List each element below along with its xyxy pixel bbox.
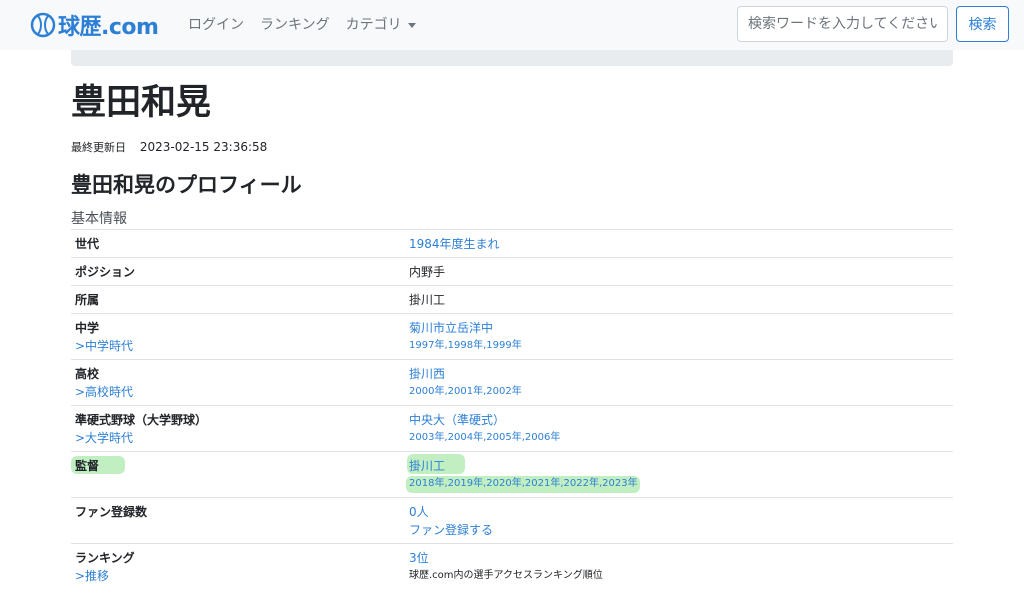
- row-head: 監督: [75, 459, 100, 473]
- ranking-trend-link[interactable]: >推移: [75, 568, 401, 584]
- table-row: ファン登録数 0人 ファン登録する: [71, 497, 953, 544]
- nav-ranking[interactable]: ランキング: [260, 14, 330, 34]
- ranking-value-link[interactable]: 3位: [409, 550, 949, 566]
- brand-logo-link[interactable]: 球歴.com: [30, 10, 159, 40]
- table-row: 準硬式野球（大学野球） >大学時代 中央大（準硬式） 2003年,2004年,2…: [71, 405, 953, 452]
- nav-category-dropdown[interactable]: カテゴリ: [346, 14, 416, 34]
- search-input[interactable]: [737, 6, 948, 42]
- table-row: 高校 >高校時代 掛川西 2000年,2001年,2002年: [71, 359, 953, 406]
- row-head: 所属: [75, 293, 100, 307]
- table-row: 中学 >中学時代 菊川市立岳洋中 1997年,1998年,1999年: [71, 313, 953, 360]
- row-head: ポジション: [75, 265, 136, 279]
- table-caption: 基本情報: [71, 211, 127, 227]
- nav-links: ログイン ランキング カテゴリ: [188, 14, 432, 34]
- section-title: 豊田和晃のプロフィール: [71, 173, 302, 197]
- year-links[interactable]: 2003年,2004年,2005年,2006年: [409, 431, 949, 445]
- row-head: 準硬式野球（大学野球）: [75, 413, 208, 427]
- caret-down-icon: [407, 22, 416, 28]
- navbar: 球歴.com ログイン ランキング カテゴリ 検索: [0, 0, 1024, 50]
- last-updated-value: 2023-02-15 23:36:58: [139, 140, 268, 154]
- junior-high-school-link[interactable]: 菊川市立岳洋中: [409, 320, 949, 336]
- table-row: ポジション 内野手: [71, 257, 953, 286]
- position-value: 内野手: [409, 265, 446, 279]
- row-head: ランキング: [75, 551, 135, 565]
- junior-high-era-link[interactable]: >中学時代: [75, 338, 401, 354]
- last-updated-label: 最終更新日: [71, 141, 126, 154]
- brand-name: 球歴.com: [58, 15, 159, 40]
- affiliation-value: 掛川工: [409, 293, 446, 307]
- row-head: 高校: [75, 367, 100, 381]
- profile-table: 世代 1984年度生まれ ポジション 内野手 所属 掛川工 中学 >中学時代 菊…: [71, 229, 953, 590]
- generation-link[interactable]: 1984年度生まれ: [409, 236, 949, 252]
- ranking-note: 球歴.com内の選手アクセスランキング順位: [409, 570, 603, 581]
- baseball-icon: [30, 12, 56, 38]
- nav-category-label: カテゴリ: [345, 17, 402, 33]
- page-title: 豊田和晃: [71, 83, 212, 123]
- breadcrumb: [71, 50, 953, 66]
- row-head: 中学: [75, 321, 100, 335]
- year-links[interactable]: 1997年,1998年,1999年: [409, 339, 949, 353]
- high-school-link[interactable]: 掛川西: [409, 366, 949, 382]
- last-updated: 最終更新日 2023-02-15 23:36:58: [71, 139, 267, 155]
- year-links[interactable]: 2000年,2001年,2002年: [409, 385, 949, 399]
- manager-team-link[interactable]: 掛川工: [409, 458, 949, 474]
- fan-count-link[interactable]: 0人: [409, 504, 949, 520]
- year-links[interactable]: 2018年,2019年,2020年,2021年,2022年,2023年: [409, 477, 949, 491]
- nav-login[interactable]: ログイン: [188, 14, 244, 34]
- table-row: 監督 掛川工 2018年,2019年,2020年,2021年,2022年,202…: [71, 451, 953, 498]
- row-head: ファン登録数: [75, 505, 148, 519]
- high-school-era-link[interactable]: >高校時代: [75, 384, 401, 400]
- table-row: ランキング >推移 3位 球歴.com内の選手アクセスランキング順位: [71, 543, 953, 590]
- search-button[interactable]: 検索: [956, 6, 1009, 42]
- row-head: 世代: [75, 237, 100, 251]
- university-era-link[interactable]: >大学時代: [75, 430, 401, 446]
- university-link[interactable]: 中央大（準硬式）: [409, 412, 949, 428]
- table-row: 世代 1984年度生まれ: [71, 229, 953, 258]
- fan-register-link[interactable]: ファン登録する: [409, 522, 949, 538]
- table-row: 所属 掛川工: [71, 285, 953, 314]
